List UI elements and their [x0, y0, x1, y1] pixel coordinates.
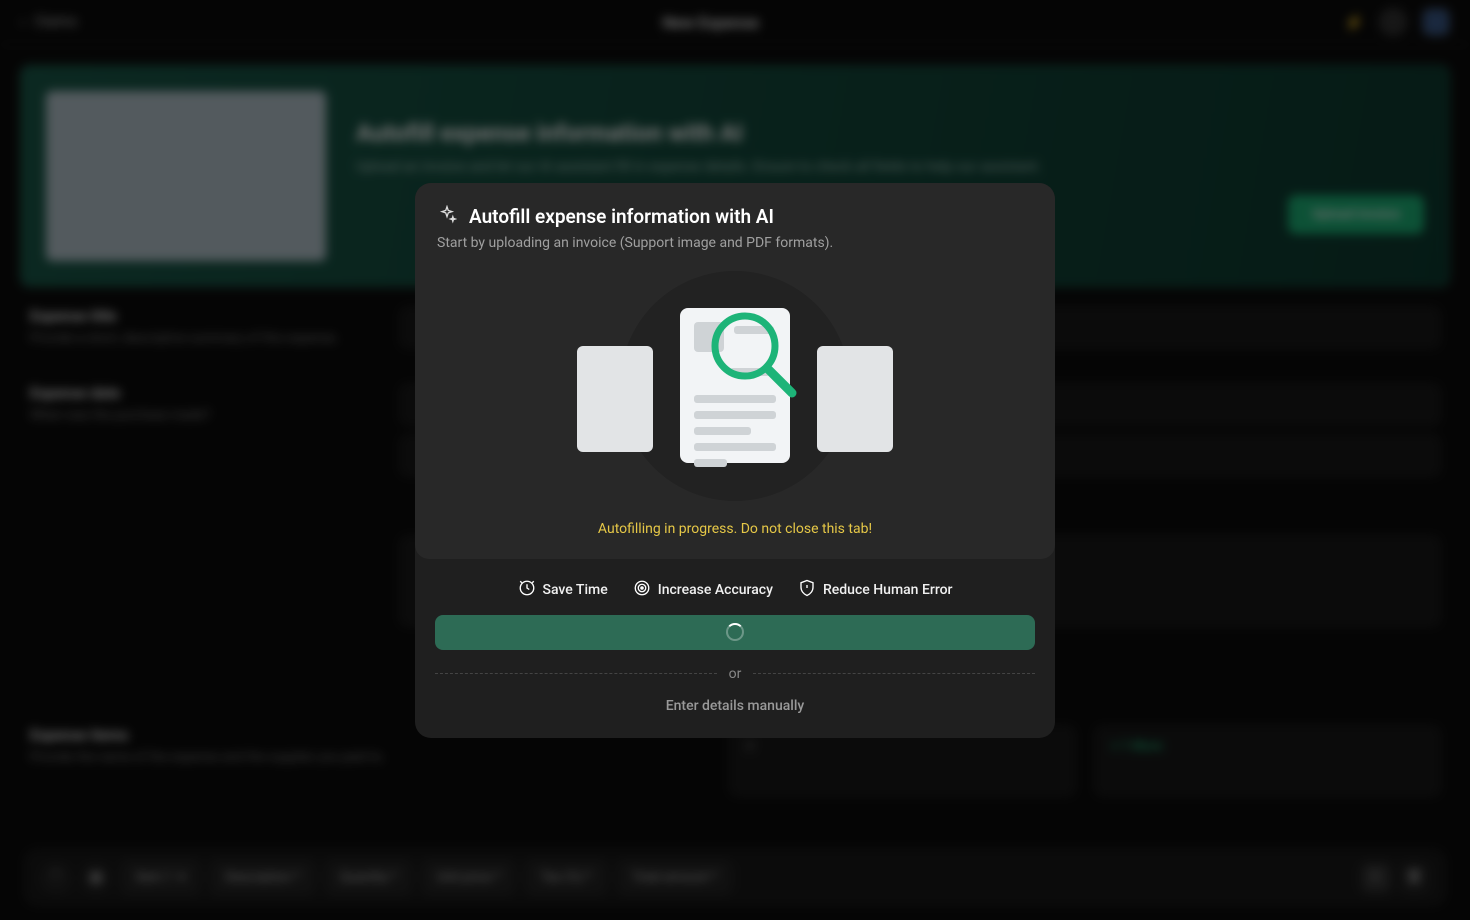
magnifying-glass-icon: [710, 311, 800, 405]
modal-subtitle: Start by uploading an invoice (Support i…: [437, 235, 1033, 251]
autofill-modal: Autofill expense information with AI Sta…: [415, 183, 1055, 738]
enter-manually-link[interactable]: Enter details manually: [415, 698, 1055, 738]
loading-button: [435, 615, 1035, 650]
modal-overlay: Autofill expense information with AI Sta…: [0, 0, 1470, 920]
benefit-save-time: Save Time: [518, 579, 608, 601]
shield-icon: [798, 579, 816, 601]
modal-title: Autofill expense information with AI: [469, 205, 774, 228]
spinner-icon: [726, 623, 744, 641]
target-icon: [633, 579, 651, 601]
upload-illustration: [437, 271, 1033, 501]
benefit-accuracy: Increase Accuracy: [633, 579, 773, 601]
sparkle-icon: [437, 205, 457, 229]
clock-icon: [518, 579, 536, 601]
progress-message: Autofilling in progress. Do not close th…: [437, 521, 1033, 537]
benefit-error: Reduce Human Error: [798, 579, 953, 601]
benefits-row: Save Time Increase Accuracy Reduce Human…: [415, 559, 1055, 615]
separator: or: [415, 650, 1055, 698]
